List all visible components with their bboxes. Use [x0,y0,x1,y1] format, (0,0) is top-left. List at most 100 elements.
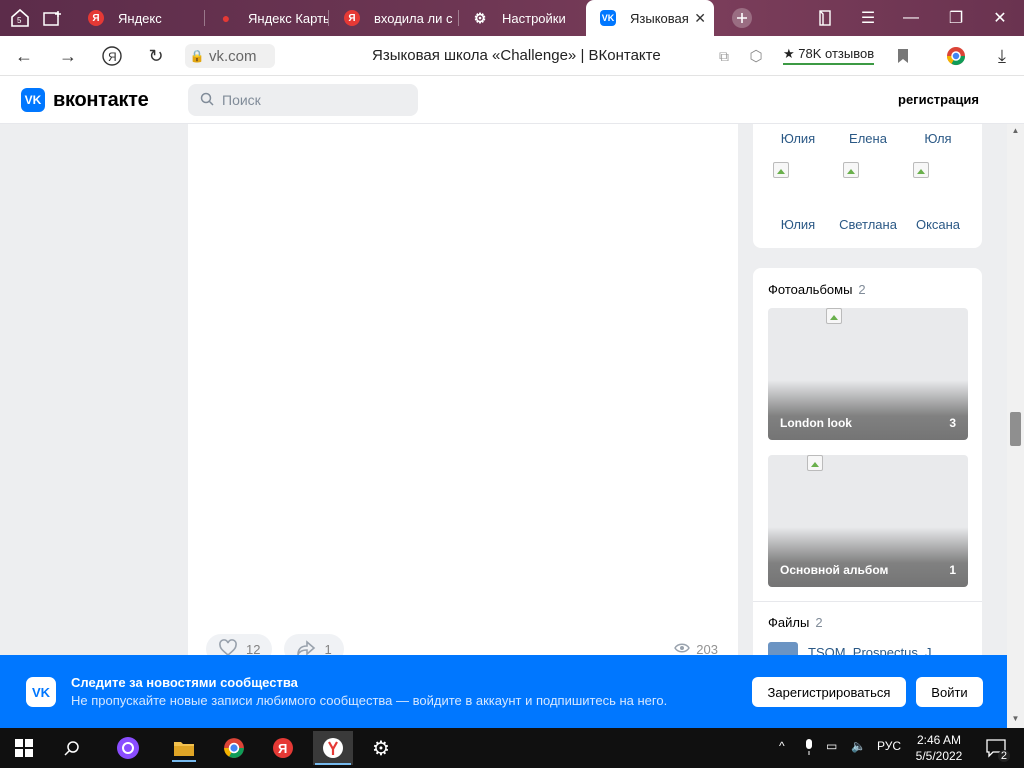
album-name: Основной альбом [780,563,889,577]
home-icon[interactable]: 5 [5,4,35,32]
clock[interactable]: 2:46 AM 5/5/2022 [912,732,966,764]
member-name[interactable]: Юлия [763,131,833,146]
vk-logo-text: вконтакте [53,88,149,111]
minimize-icon[interactable]: — [896,4,926,32]
vk-icon: VK [600,10,616,26]
notifications-icon[interactable]: 2 [982,734,1010,762]
avatar[interactable] [913,162,929,178]
albums-title-text: Фотоальбомы [768,282,853,297]
chrome-icon[interactable] [220,734,248,762]
url-text: vk.com [209,47,257,65]
download-icon[interactable]: ⤓ [988,42,1016,70]
album-count: 1 [949,563,956,577]
yandex-icon: Я [344,10,360,26]
broken-image-icon [826,308,842,324]
scroll-down-icon[interactable]: ▼ [1010,714,1021,723]
tab-yandex-maps[interactable]: ● Яндекс Карты [204,0,328,36]
login-button[interactable]: Войти [916,677,983,707]
scroll-up-icon[interactable]: ▲ [1010,126,1021,135]
album-shade [768,380,968,440]
member-name[interactable]: Юля [903,131,973,146]
close-window-icon[interactable]: ✕ [985,4,1015,32]
clock-date: 5/5/2022 [915,749,963,763]
close-icon[interactable]: ✕ [694,10,706,27]
lock-icon[interactable]: 🔒 [185,49,209,63]
gear-icon: ⚙ [473,9,487,26]
register-link[interactable]: регистрация [898,92,979,107]
files-title-text: Файлы [768,615,810,630]
microphone-icon[interactable] [804,739,814,758]
network-icon[interactable]: ▭ [826,739,837,753]
search-placeholder: Поиск [222,92,261,108]
member-name[interactable]: Юлия [763,217,833,232]
collections-icon[interactable] [810,4,840,32]
page-title: Языковая школа «Challenge» | ВКонтакте [372,47,661,64]
album-card[interactable]: London look 3 [768,308,968,440]
tab-divider [328,10,329,26]
albums-count: 2 [858,282,866,297]
albums-block: Фотоальбомы 2 London look 3 Основной альб… [753,268,982,663]
restore-icon[interactable]: ❐ [941,4,971,32]
files-count: 2 [815,615,823,630]
tab-label: Настройки [502,10,566,26]
subscribe-banner: VK Следите за новостями сообщества Не пр… [0,655,1007,728]
windows-start-icon[interactable] [10,734,38,762]
search-input[interactable]: Поиск [188,84,418,116]
register-button[interactable]: Зарегистрироваться [752,677,906,707]
translate-icon[interactable]: ⧉ [710,42,738,70]
menu-icon[interactable]: ☰ [853,4,883,32]
chevron-up-icon[interactable]: ^ [779,739,785,753]
vk-logo-icon: VK [26,677,56,707]
member-name[interactable]: Елена [833,131,903,146]
tab-label: Яндекс [118,10,162,26]
tab-settings[interactable]: ⚙ Настройки [458,0,584,36]
yandex-y-icon[interactable]: Я [98,42,126,70]
tab-label: входила ли с [374,10,453,26]
album-count: 3 [949,416,956,430]
browser-tab-bar: 5 Я Яндекс ● Яндекс Карты Я входила ли с… [0,0,1024,36]
files-title[interactable]: Файлы 2 [768,615,823,630]
vk-header: VK вконтакте Поиск регистрация [0,76,1024,124]
scrollbar-thumb[interactable] [1010,412,1021,446]
post-card: 12 1 203 [188,124,738,664]
yandex-browser-active-icon[interactable] [313,731,353,765]
members-block: Юлия Елена Юля Юлия Светлана Оксана [753,124,982,248]
settings-gear-icon[interactable]: ⚙ [367,734,395,762]
avatar[interactable] [843,162,859,178]
svg-text:Я: Я [278,741,287,756]
tab-vk-active[interactable]: VK Языковая ш ✕ [586,0,714,36]
member-name[interactable]: Светлана [833,217,903,232]
reload-icon[interactable]: ↻ [142,42,170,70]
forward-arrow-icon[interactable]: → [54,42,82,70]
search-icon[interactable] [58,734,86,762]
search-icon [200,92,214,109]
alice-icon[interactable] [114,734,142,762]
reviews-badge[interactable]: ★ 78K отзывов [783,46,875,65]
chrome-extension-icon[interactable] [942,42,970,70]
file-explorer-icon[interactable] [170,734,198,762]
yandex-browser-icon[interactable]: Я [269,734,297,762]
member-name[interactable]: Оксана [903,217,973,232]
avatar[interactable] [773,162,789,178]
volume-icon[interactable]: 🔈 [851,739,866,753]
protect-icon[interactable]: ⬡ [742,42,770,70]
banner-title: Следите за новостями сообщества [71,675,298,690]
url-field[interactable]: 🔒 vk.com [185,44,275,68]
yandex-icon: Я [88,10,104,26]
language-indicator[interactable]: РУС [877,739,901,753]
svg-text:5: 5 [17,16,22,25]
banner-text: Не пропускайте новые записи любимого соо… [71,693,668,708]
tab-yandex[interactable]: Я Яндекс [74,0,204,36]
album-card[interactable]: Основной альбом 1 [768,455,968,587]
running-indicator [172,760,196,762]
broken-image-icon [807,455,823,471]
albums-title[interactable]: Фотоальбомы 2 [768,282,866,297]
bookmark-icon[interactable] [889,42,917,70]
tab-search[interactable]: Я входила ли с [330,0,456,36]
back-arrow-icon[interactable]: ← [10,42,38,70]
new-tab-group-icon[interactable] [38,4,68,32]
tab-label: Языковая ш [630,10,692,26]
album-name: London look [780,416,852,430]
vk-logo[interactable]: VK вконтакте [21,88,149,112]
new-tab-button[interactable] [727,4,757,32]
